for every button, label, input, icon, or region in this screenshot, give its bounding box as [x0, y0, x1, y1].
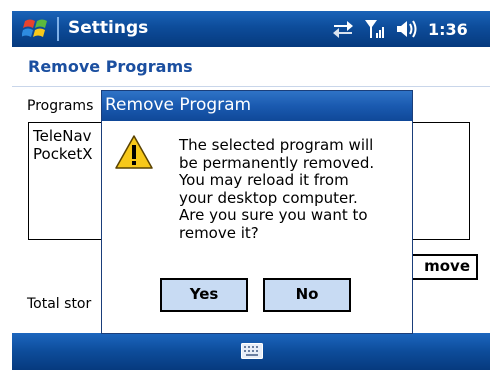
list-item[interactable]: TeleNav — [33, 127, 92, 145]
message-line: be permanently removed. — [179, 153, 375, 172]
list-item[interactable]: PocketX — [33, 145, 92, 163]
title-bar: Settings 1:36 — [12, 11, 490, 47]
bottom-menu-bar — [12, 333, 490, 370]
yes-button[interactable]: Yes — [160, 278, 248, 312]
remove-program-dialog: Remove Program The selected program will… — [101, 90, 413, 334]
dialog-message: The selected program will be permanently… — [179, 136, 404, 242]
speaker-icon[interactable] — [396, 19, 422, 39]
keyboard-icon[interactable] — [241, 343, 263, 359]
warning-triangle-icon — [115, 135, 153, 169]
windows-flag-icon[interactable] — [22, 16, 50, 42]
clock[interactable]: 1:36 — [428, 20, 468, 39]
message-line: remove it? — [179, 223, 259, 242]
message-line: The selected program will — [179, 136, 374, 154]
page-title: Remove Programs — [28, 57, 193, 76]
message-line: Are you sure you want to — [179, 206, 368, 224]
app-title[interactable]: Settings — [68, 18, 148, 38]
title-separator — [57, 17, 59, 41]
signal-strength-icon[interactable] — [364, 18, 386, 40]
total-storage-label: Total stor — [27, 296, 92, 312]
dialog-title: Remove Program — [102, 91, 412, 121]
no-button[interactable]: No — [263, 278, 351, 312]
status-icons: 1:36 — [332, 17, 468, 41]
message-line: You may reload it from — [179, 171, 349, 189]
programs-label: Programs — [27, 98, 94, 114]
page-header: Remove Programs — [12, 47, 490, 87]
remove-button[interactable]: move — [410, 254, 478, 280]
message-line: your desktop computer. — [179, 188, 358, 207]
connectivity-arrows-icon[interactable] — [332, 20, 354, 38]
